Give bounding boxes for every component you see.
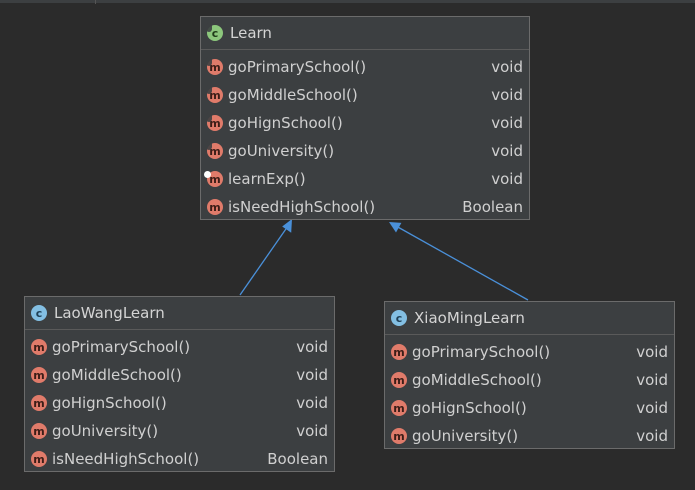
class-name: LaoWangLearn: [54, 304, 165, 322]
member-name: goUniversity(): [52, 422, 159, 440]
method-icon: m: [391, 400, 407, 416]
method-icon: m: [391, 428, 407, 444]
member-name: isNeedHighSchool(): [52, 450, 200, 468]
member-type: void: [296, 394, 328, 412]
member-name: goPrimarySchool(): [228, 58, 367, 76]
abstract-method-icon: m: [206, 57, 223, 75]
member-name: goPrimarySchool(): [412, 343, 551, 361]
member-type: void: [636, 427, 668, 445]
member-name: goHignSchool(): [228, 114, 343, 132]
member-row[interactable]: m goHignSchool() void: [385, 394, 674, 422]
method-icon: m: [31, 367, 47, 383]
member-row[interactable]: m goHignSchool() void: [201, 109, 529, 137]
member-row[interactable]: m goPrimarySchool() void: [201, 53, 529, 81]
method-icon: m: [31, 395, 47, 411]
member-name: goMiddleSchool(): [228, 86, 358, 104]
edge-xiaoming-to-learn[interactable]: [395, 225, 529, 301]
class-icon: c: [391, 310, 407, 326]
class-name: Learn: [230, 24, 272, 42]
class-header-learn[interactable]: c Learn: [201, 17, 529, 50]
method-icon: m: [391, 372, 407, 388]
member-type: void: [636, 399, 668, 417]
method-icon: m: [31, 451, 47, 467]
member-row[interactable]: m goMiddleSchool() void: [201, 81, 529, 109]
member-row[interactable]: m goMiddleSchool() void: [385, 366, 674, 394]
edge-laowang-to-learn[interactable]: [239, 225, 289, 296]
member-row[interactable]: m goPrimarySchool() void: [385, 338, 674, 366]
class-learn[interactable]: c Learn m goPrimarySchool() void m goMid…: [200, 16, 530, 220]
class-header-xiaominglearn[interactable]: c XiaoMingLearn: [385, 302, 674, 335]
member-type: Boolean: [462, 198, 523, 216]
class-xiaominglearn[interactable]: c XiaoMingLearn m goPrimarySchool() void…: [384, 301, 675, 449]
abstract-class-icon: c: [206, 23, 223, 41]
member-type: void: [491, 58, 523, 76]
member-type: Boolean: [267, 450, 328, 468]
member-type: void: [636, 343, 668, 361]
member-row[interactable]: m goUniversity() void: [385, 422, 674, 450]
member-name: goUniversity(): [412, 427, 519, 445]
member-name: goHignSchool(): [412, 399, 527, 417]
member-type: void: [491, 114, 523, 132]
protected-method-icon: m: [204, 171, 223, 187]
member-name: goPrimarySchool(): [52, 338, 191, 356]
member-type: void: [296, 338, 328, 356]
member-name: goHignSchool(): [52, 394, 167, 412]
method-icon: m: [207, 199, 223, 215]
member-row[interactable]: m goHignSchool() void: [25, 389, 334, 417]
method-icon: m: [31, 339, 47, 355]
member-row[interactable]: m isNeedHighSchool() Boolean: [201, 193, 529, 221]
member-row[interactable]: m learnExp() void: [201, 165, 529, 193]
member-type: void: [296, 366, 328, 384]
class-laowanglearn[interactable]: c LaoWangLearn m goPrimarySchool() void …: [24, 296, 335, 472]
member-type: void: [636, 371, 668, 389]
class-name: XiaoMingLearn: [414, 309, 525, 327]
arrowhead-laowang: [282, 219, 292, 233]
abstract-method-icon: m: [206, 141, 223, 159]
member-row[interactable]: m goMiddleSchool() void: [25, 361, 334, 389]
member-row[interactable]: m goUniversity() void: [201, 137, 529, 165]
member-type: void: [491, 170, 523, 188]
member-name: learnExp(): [228, 170, 306, 188]
member-row[interactable]: m goPrimarySchool() void: [25, 333, 334, 361]
member-type: void: [491, 142, 523, 160]
member-name: isNeedHighSchool(): [228, 198, 376, 216]
abstract-method-icon: m: [206, 113, 223, 131]
member-name: goMiddleSchool(): [52, 366, 182, 384]
class-header-laowanglearn[interactable]: c LaoWangLearn: [25, 297, 334, 330]
member-name: goMiddleSchool(): [412, 371, 542, 389]
method-icon: m: [31, 423, 47, 439]
method-icon: m: [391, 344, 407, 360]
class-icon: c: [31, 305, 47, 321]
abstract-method-icon: m: [206, 85, 223, 103]
member-type: void: [491, 86, 523, 104]
member-row[interactable]: m goUniversity() void: [25, 417, 334, 445]
member-type: void: [296, 422, 328, 440]
member-name: goUniversity(): [228, 142, 335, 160]
member-row[interactable]: m isNeedHighSchool() Boolean: [25, 445, 334, 473]
